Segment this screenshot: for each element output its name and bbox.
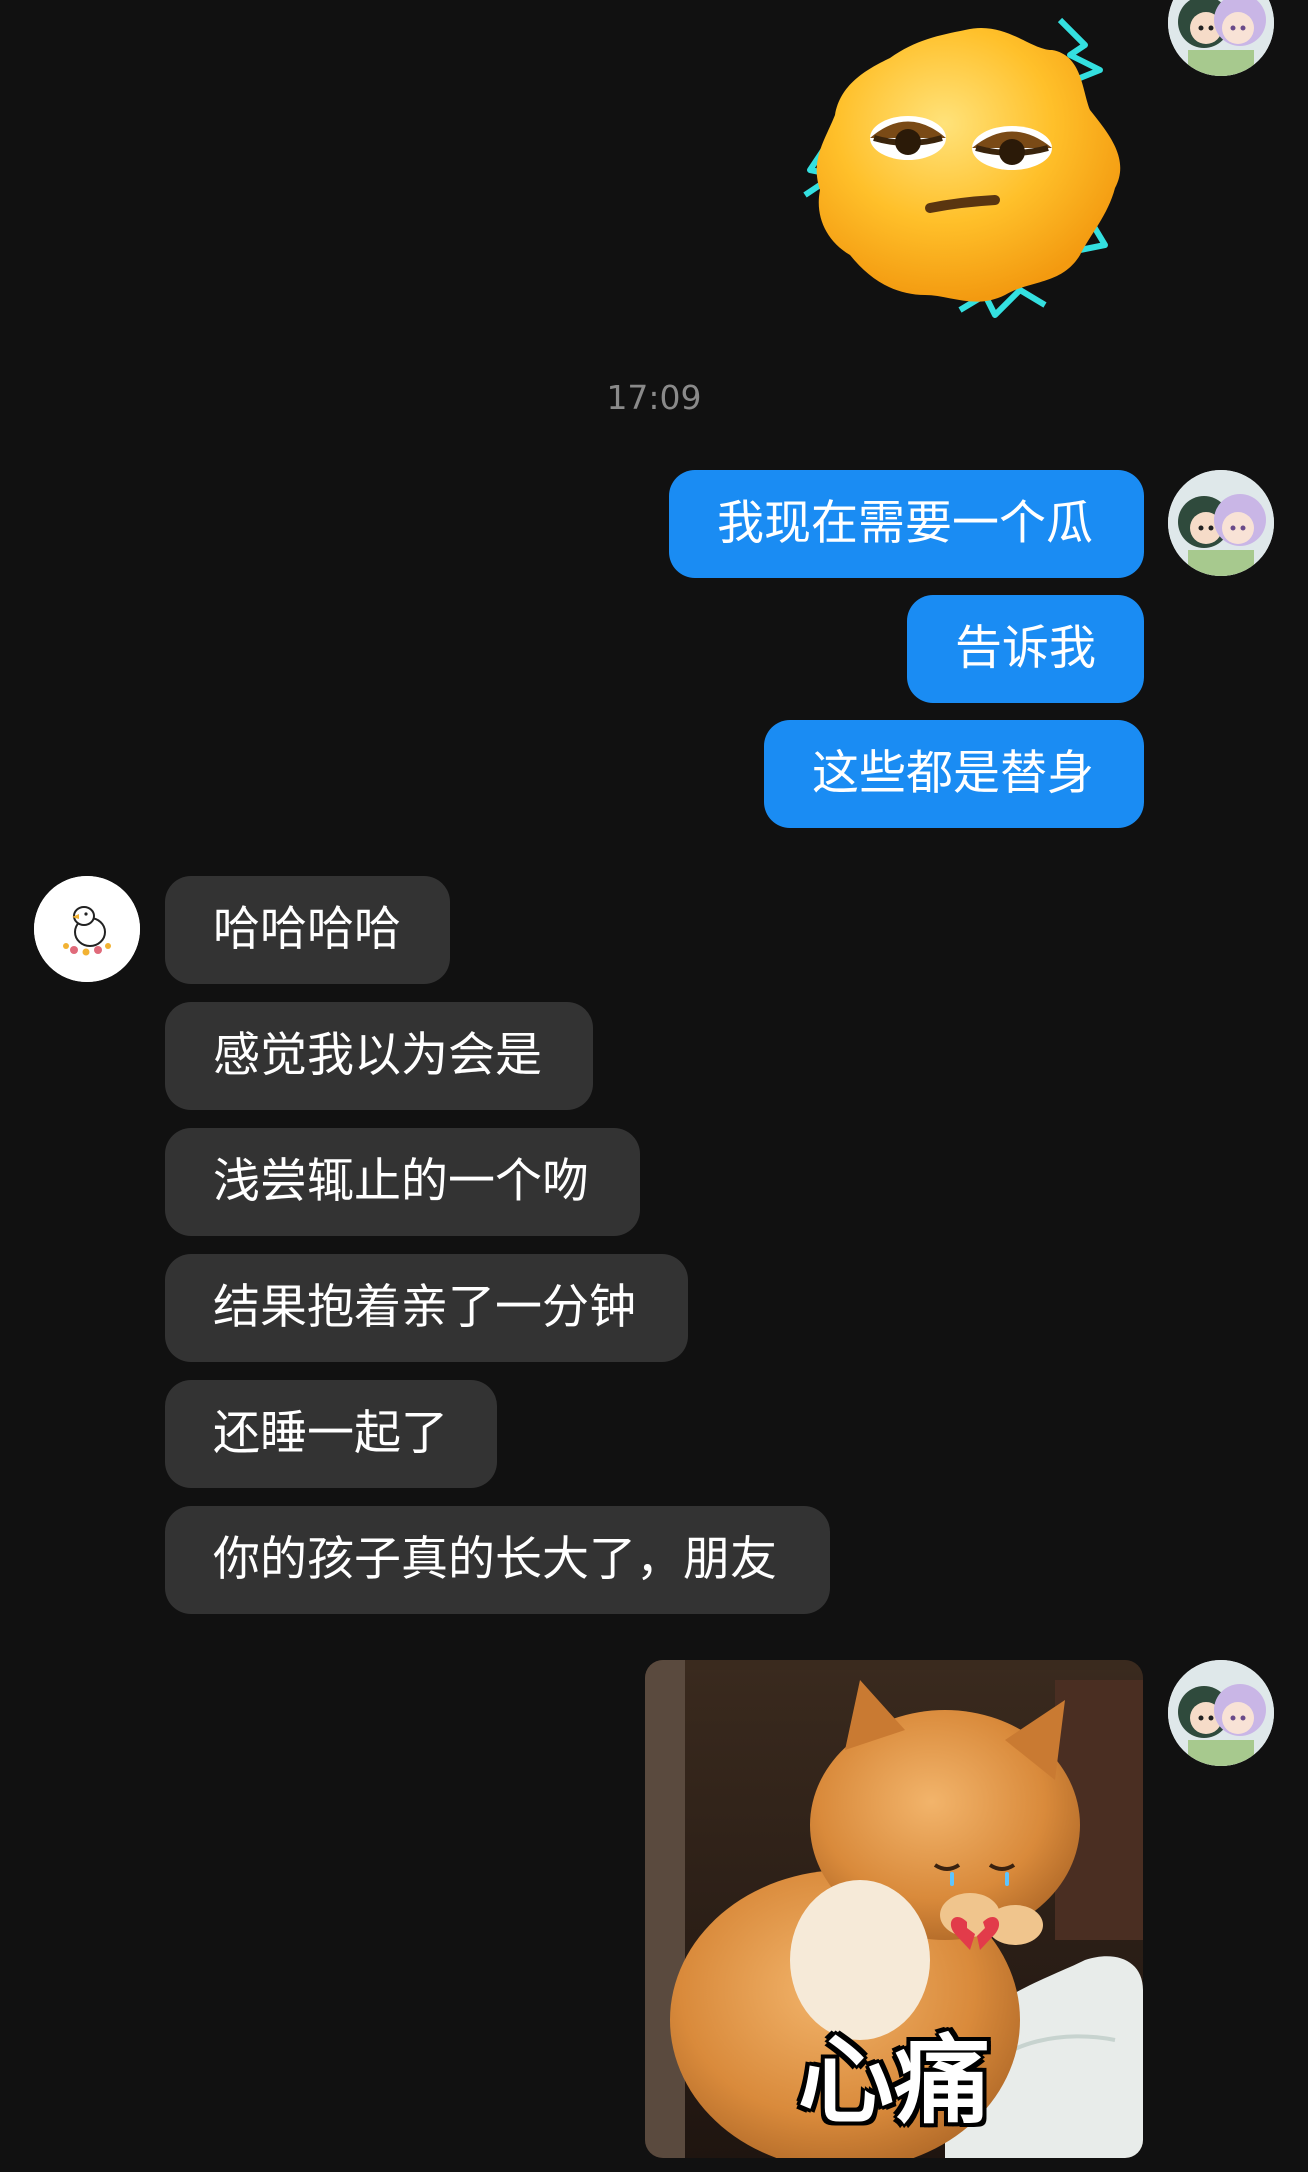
sleepy-sun-sticker[interactable] [790, 10, 1140, 330]
anime-couple-avatar-icon [1168, 470, 1274, 576]
incoming-message-bubble[interactable]: 感觉我以为会是 [165, 1002, 593, 1110]
anime-couple-avatar-icon [1168, 0, 1274, 76]
outgoing-message-bubble[interactable]: 告诉我 [907, 595, 1144, 703]
friend-avatar[interactable] [34, 876, 140, 982]
duck-avatar-icon [34, 876, 140, 982]
outgoing-message-bubble[interactable]: 这些都是替身 [764, 720, 1144, 828]
incoming-message-bubble[interactable]: 你的孩子真的长大了，朋友 [165, 1506, 830, 1614]
sleepy-sun-emoji-icon [803, 17, 1121, 318]
sticker-caption: 心痛 [798, 2025, 990, 2137]
message-timestamp: 17:09 [606, 378, 702, 417]
anime-couple-avatar-icon [1168, 1660, 1274, 1766]
incoming-message-bubble[interactable]: 浅尝辄止的一个吻 [165, 1128, 640, 1236]
incoming-message-bubble[interactable]: 哈哈哈哈 [165, 876, 450, 984]
incoming-message-bubble[interactable]: 结果抱着亲了一分钟 [165, 1254, 688, 1362]
outgoing-message-bubble[interactable]: 我现在需要一个瓜 [669, 470, 1144, 578]
meme-sticker[interactable]: 心痛 [645, 1660, 1143, 2158]
my-avatar[interactable] [1168, 0, 1274, 76]
incoming-message-bubble[interactable]: 还睡一起了 [165, 1380, 497, 1488]
my-avatar[interactable] [1168, 1660, 1274, 1766]
my-avatar[interactable] [1168, 470, 1274, 576]
